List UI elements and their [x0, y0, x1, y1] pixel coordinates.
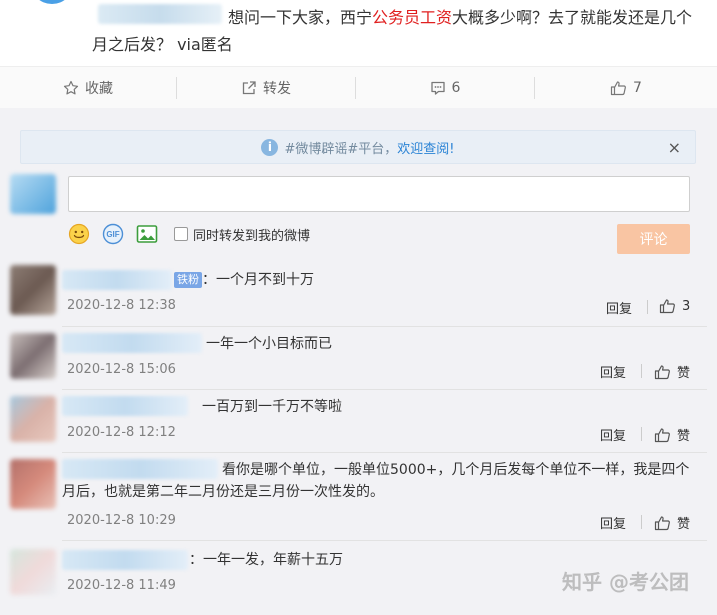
reply-button[interactable]: 回复: [600, 513, 626, 532]
close-icon[interactable]: ×: [668, 138, 681, 157]
info-icon: i: [261, 138, 279, 156]
sync-repost-checkbox[interactable]: [174, 227, 188, 241]
repost-label: 转发: [263, 81, 291, 97]
rumor-notice-banner: i #微博辟谣#平台， 欢迎查阅! ×: [20, 130, 696, 164]
reply-button[interactable]: 回复: [606, 298, 632, 317]
commenter-avatar[interactable]: [10, 396, 56, 442]
post-text: 想问一下大家，西宁公务员工资大概多少啊？去了就能发还是几个月之后发？ via匿名: [92, 4, 702, 58]
comment-timestamp: 2020-12-8 10:29: [67, 513, 176, 528]
commenter-name-redacted[interactable]: [62, 396, 188, 416]
divider: [641, 515, 642, 529]
divider: [641, 427, 642, 441]
comment-timestamp: 2020-12-8 11:49: [67, 578, 176, 593]
divider: [647, 300, 648, 314]
comment-timestamp: 2020-12-8 12:12: [67, 425, 176, 440]
thumbs-up-icon: [654, 427, 670, 442]
favorite-button[interactable]: 收藏: [0, 67, 176, 109]
comment-text: ：一个月不到十万: [202, 272, 314, 288]
comment-count: 6: [451, 80, 461, 96]
commenter-avatar[interactable]: [10, 265, 56, 315]
comment-input[interactable]: [68, 176, 690, 212]
comment-like-count: 赞: [677, 517, 691, 532]
reply-button[interactable]: 回复: [600, 425, 626, 444]
thumbs-up-icon: [610, 81, 626, 96]
like-button[interactable]: 7: [535, 67, 717, 109]
comment-text: ：一年一发，年薪十五万: [189, 552, 343, 568]
comment-like-count: 3: [682, 298, 691, 314]
commenter-name-redacted[interactable]: [62, 550, 188, 570]
gif-icon[interactable]: GIF: [102, 223, 124, 245]
composer-toolbar: GIF 同时转发到我的微博: [68, 222, 310, 246]
repost-button[interactable]: 转发: [177, 67, 355, 109]
poster-avatar[interactable]: [30, 0, 74, 4]
fan-badge: 铁粉: [174, 272, 202, 288]
favorite-label: 收藏: [85, 81, 113, 97]
like-count: 7: [633, 80, 642, 96]
commenter-avatar[interactable]: [10, 459, 56, 509]
post-keyword-link[interactable]: 公务员工资: [372, 8, 452, 27]
divider: [62, 452, 707, 453]
notice-link[interactable]: 欢迎查阅!: [397, 138, 454, 157]
divider: [62, 389, 707, 390]
divider: [62, 326, 707, 327]
commenter-avatar[interactable]: [10, 549, 56, 595]
comments-panel: i #微博辟谣#平台， 欢迎查阅! × GIF 同时转发到我的微博 评论 铁粉 …: [0, 108, 717, 615]
emoji-icon[interactable]: [68, 223, 90, 245]
zhihu-watermark: 知乎 @考公团: [562, 570, 689, 594]
thumbs-up-icon: [654, 364, 670, 379]
post-action-bar: 收藏 转发 6 7: [0, 66, 717, 110]
repost-icon: [242, 81, 256, 95]
comment-like-count: 赞: [677, 429, 691, 444]
commenter-name-redacted[interactable]: [62, 270, 172, 290]
comment-like-count: 赞: [677, 366, 691, 381]
comment-text: 看你是哪个单位，一般单位5000+，几个月后发每个单位不一样，我是四个月后，也就…: [62, 462, 690, 500]
comment-like-button[interactable]: 赞: [654, 362, 690, 381]
submit-comment-button[interactable]: 评论: [617, 224, 690, 254]
notice-hashtag[interactable]: #微博辟谣#平台，: [284, 138, 397, 157]
comment-timestamp: 2020-12-8 15:06: [67, 362, 176, 377]
comment-timestamp: 2020-12-8 12:38: [67, 298, 176, 313]
comment-like-button[interactable]: 3: [659, 298, 690, 314]
commenter-avatar[interactable]: [10, 333, 56, 379]
svg-text:GIF: GIF: [106, 230, 119, 239]
divider: [641, 364, 642, 378]
comment-text: 一年一个小目标而已: [206, 336, 332, 352]
commenter-name-redacted[interactable]: [62, 333, 202, 353]
comment-text: 一百万到一千万不等啦: [202, 399, 342, 415]
comment-icon: [430, 81, 445, 95]
divider: [62, 540, 707, 541]
comment-button[interactable]: 6: [356, 67, 534, 109]
image-icon[interactable]: [136, 223, 158, 245]
thumbs-up-icon: [654, 515, 670, 530]
star-icon: [63, 80, 79, 95]
comment-like-button[interactable]: 赞: [654, 425, 690, 444]
post-header: 想问一下大家，西宁公务员工资大概多少啊？去了就能发还是几个月之后发？ via匿名: [0, 0, 717, 64]
post-text-part: 想问一下大家，西宁: [228, 8, 373, 27]
current-user-avatar: [10, 174, 56, 214]
sync-repost-label[interactable]: 同时转发到我的微博: [193, 225, 310, 244]
comment-like-button[interactable]: 赞: [654, 513, 690, 532]
thumbs-up-icon: [659, 299, 675, 314]
reply-button[interactable]: 回复: [600, 362, 626, 381]
